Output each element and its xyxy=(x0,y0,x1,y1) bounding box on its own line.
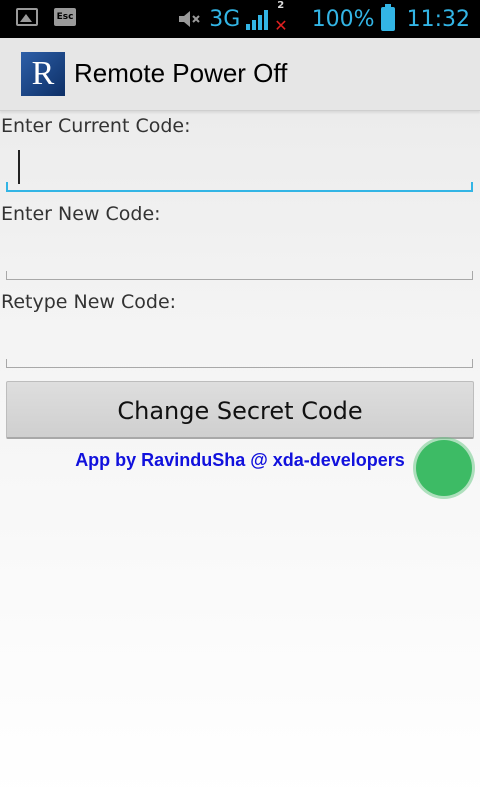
page-title: Remote Power Off xyxy=(74,58,288,88)
battery-icon xyxy=(380,4,395,31)
new-code-label: Enter New Code: xyxy=(1,203,161,225)
status-bar: Esc 3G ✕ 2 100% 11:32 xyxy=(0,0,480,38)
retype-code-label: Retype New Code: xyxy=(1,291,177,313)
retype-code-field[interactable] xyxy=(6,316,473,368)
text-cursor xyxy=(18,150,20,184)
change-code-button[interactable]: Change Secret Code xyxy=(6,381,474,439)
clock: 11:32 xyxy=(406,6,470,32)
battery-percent: 100% xyxy=(311,6,375,32)
action-bar: R Remote Power Off xyxy=(0,38,480,111)
app-logo-icon[interactable]: R xyxy=(21,52,65,96)
signal-icon xyxy=(246,8,269,30)
sim-badge: 2 xyxy=(277,0,285,11)
new-code-field[interactable] xyxy=(6,228,473,280)
touch-indicator xyxy=(416,440,472,496)
no-data-icon: ✕ 2 xyxy=(274,0,288,35)
credit-link[interactable]: App by RavinduSha @ xda-developers xyxy=(0,450,480,471)
current-code-label: Enter Current Code: xyxy=(1,115,191,137)
mute-icon xyxy=(179,11,200,27)
esc-icon: Esc xyxy=(54,8,76,26)
current-code-field[interactable] xyxy=(6,140,473,192)
image-icon xyxy=(16,8,38,26)
network-type: 3G xyxy=(209,6,241,32)
